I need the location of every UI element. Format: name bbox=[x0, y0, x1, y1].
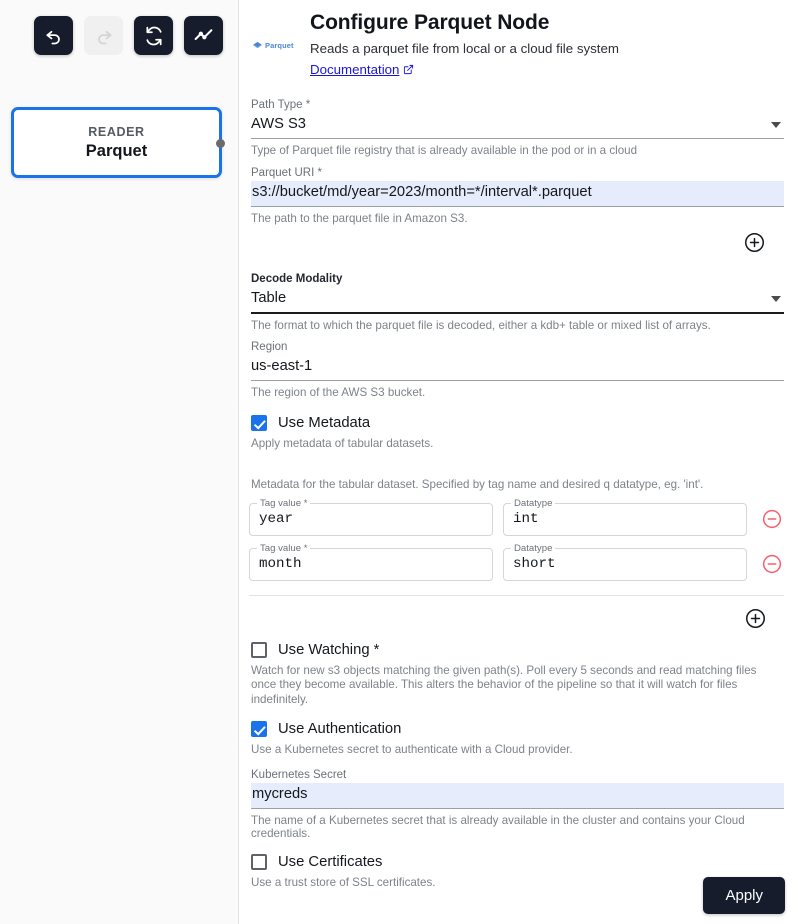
metadata-row: Tag value * month Datatype short bbox=[248, 542, 784, 581]
use-metadata-checkbox-row[interactable]: Use Metadata bbox=[248, 415, 784, 431]
use-certificates-label: Use Certificates bbox=[278, 853, 383, 870]
path-type-select[interactable]: AWS S3 bbox=[251, 113, 784, 139]
use-watching-checkbox-row[interactable]: Use Watching * bbox=[248, 641, 784, 658]
panel-header: Parquet Configure Parquet Node Reads a p… bbox=[248, 11, 784, 89]
decode-modality-help: The format to which the parquet file is … bbox=[251, 319, 711, 332]
add-uri-row bbox=[248, 225, 784, 269]
field-kubernetes-secret: Kubernetes Secret mycreds The name of a … bbox=[248, 769, 784, 840]
parquet-uri-label: Parquet URI * bbox=[251, 167, 322, 179]
page-description: Reads a parquet file from local or a clo… bbox=[310, 41, 619, 56]
region-value: us-east-1 bbox=[251, 358, 313, 374]
decode-modality-select[interactable]: Table bbox=[251, 287, 784, 314]
remove-metadata-row-button[interactable] bbox=[762, 554, 782, 574]
tag-value-label: Tag value * bbox=[257, 542, 311, 554]
use-metadata-label: Use Metadata bbox=[278, 415, 371, 431]
use-watching-label: Use Watching * bbox=[278, 641, 380, 658]
datatype-label: Datatype bbox=[511, 542, 556, 554]
tag-value-input[interactable]: year bbox=[259, 511, 483, 527]
refresh-button[interactable] bbox=[134, 16, 173, 55]
parquet-logo: Parquet bbox=[252, 40, 294, 51]
use-metadata-checkbox[interactable] bbox=[251, 415, 267, 431]
use-certificates-checkbox-row[interactable]: Use Certificates bbox=[248, 853, 784, 870]
path-type-value: AWS S3 bbox=[251, 116, 306, 132]
app-root: READER Parquet Parquet Configure Parquet… bbox=[0, 0, 796, 924]
add-uri-button[interactable] bbox=[744, 232, 765, 253]
field-parquet-uri: Parquet URI * s3://bucket/md/year=2023/m… bbox=[248, 167, 784, 225]
path-type-label: Path Type * bbox=[251, 99, 311, 111]
parquet-uri-input[interactable]: s3://bucket/md/year=2023/month=*/interva… bbox=[251, 181, 784, 207]
remove-metadata-row-button[interactable] bbox=[762, 509, 782, 529]
undo-button[interactable] bbox=[34, 16, 73, 55]
datatype-label: Datatype bbox=[511, 497, 556, 509]
decode-modality-value: Table bbox=[251, 290, 287, 306]
use-certificates-checkbox[interactable] bbox=[251, 853, 267, 870]
parquet-uri-help: The path to the parquet file in Amazon S… bbox=[251, 212, 468, 225]
minus-circle-icon bbox=[762, 509, 782, 529]
use-authentication-checkbox-row[interactable]: Use Authentication bbox=[248, 721, 784, 737]
kubernetes-secret-input[interactable]: mycreds bbox=[251, 782, 784, 809]
path-type-help: Type of Parquet file registry that is al… bbox=[251, 144, 638, 157]
redo-icon bbox=[97, 30, 112, 44]
use-watching-help: Watch for new s3 objects matching the gi… bbox=[251, 663, 757, 706]
datatype-input[interactable]: int bbox=[513, 511, 737, 527]
config-panel: Parquet Configure Parquet Node Reads a p… bbox=[239, 0, 796, 924]
field-path-type: Path Type * AWS S3 Type of Parquet file … bbox=[248, 99, 784, 157]
chevron-down-icon[interactable] bbox=[771, 121, 781, 128]
use-authentication-checkbox[interactable] bbox=[251, 721, 267, 737]
canvas-toolbar bbox=[34, 16, 223, 55]
chevron-down-icon[interactable] bbox=[771, 295, 781, 302]
use-authentication-help: Use a Kubernetes secret to authenticate … bbox=[251, 743, 573, 756]
metadata-row: Tag value * year Datatype int bbox=[248, 497, 784, 536]
page-title: Configure Parquet Node bbox=[310, 11, 550, 34]
field-region: Region us-east-1 The region of the AWS S… bbox=[248, 341, 784, 399]
redo-button[interactable] bbox=[84, 16, 123, 55]
parquet-uri-value: s3://bucket/md/year=2023/month=*/interva… bbox=[252, 184, 592, 200]
metadata-note: Metadata for the tabular dataset. Specif… bbox=[251, 477, 704, 491]
datatype-field[interactable]: Datatype int bbox=[503, 497, 747, 536]
activity-button[interactable] bbox=[184, 16, 223, 55]
undo-icon bbox=[45, 30, 60, 44]
use-metadata-help: Apply metadata of tabular datasets. bbox=[251, 437, 434, 450]
plus-circle-icon bbox=[745, 233, 764, 252]
use-authentication-label: Use Authentication bbox=[278, 721, 402, 737]
field-decode-modality: Decode Modality Table The format to whic… bbox=[248, 273, 784, 332]
plus-circle-icon bbox=[746, 608, 765, 628]
kubernetes-secret-label: Kubernetes Secret bbox=[251, 768, 347, 781]
decode-modality-label: Decode Modality bbox=[251, 273, 343, 285]
tag-value-field[interactable]: Tag value * month bbox=[249, 542, 493, 581]
parquet-logo-text: Parquet bbox=[265, 41, 294, 50]
datatype-field[interactable]: Datatype short bbox=[503, 542, 747, 581]
add-metadata-row bbox=[248, 596, 784, 636]
add-metadata-button[interactable] bbox=[745, 608, 766, 629]
external-link-icon bbox=[404, 64, 414, 75]
region-help: The region of the AWS S3 bucket. bbox=[251, 386, 426, 399]
tag-value-input[interactable]: month bbox=[259, 556, 483, 572]
line-chart-icon bbox=[194, 29, 213, 41]
documentation-link-label: Documentation bbox=[310, 62, 400, 77]
kubernetes-secret-help: The name of a Kubernetes secret that is … bbox=[251, 813, 745, 840]
documentation-link[interactable]: Documentation bbox=[310, 62, 414, 77]
use-watching-checkbox[interactable] bbox=[251, 641, 267, 658]
pipeline-canvas: READER Parquet bbox=[0, 0, 239, 924]
node-kind-label: READER bbox=[88, 124, 145, 139]
node-title-label: Parquet bbox=[85, 141, 148, 160]
apply-button-wrapper: Apply bbox=[703, 877, 785, 914]
region-input[interactable]: us-east-1 bbox=[251, 355, 784, 381]
parquet-diamond-icon bbox=[253, 41, 262, 49]
datatype-input[interactable]: short bbox=[513, 556, 737, 572]
apply-button[interactable]: Apply bbox=[703, 877, 785, 914]
sync-icon bbox=[145, 26, 162, 45]
minus-circle-icon bbox=[762, 554, 782, 574]
tag-value-field[interactable]: Tag value * year bbox=[249, 497, 493, 536]
node-output-port[interactable] bbox=[215, 139, 225, 148]
tag-value-label: Tag value * bbox=[257, 497, 311, 509]
pipeline-node-parquet[interactable]: READER Parquet bbox=[11, 107, 225, 178]
region-label: Region bbox=[251, 341, 288, 353]
kubernetes-secret-value: mycreds bbox=[252, 785, 308, 802]
